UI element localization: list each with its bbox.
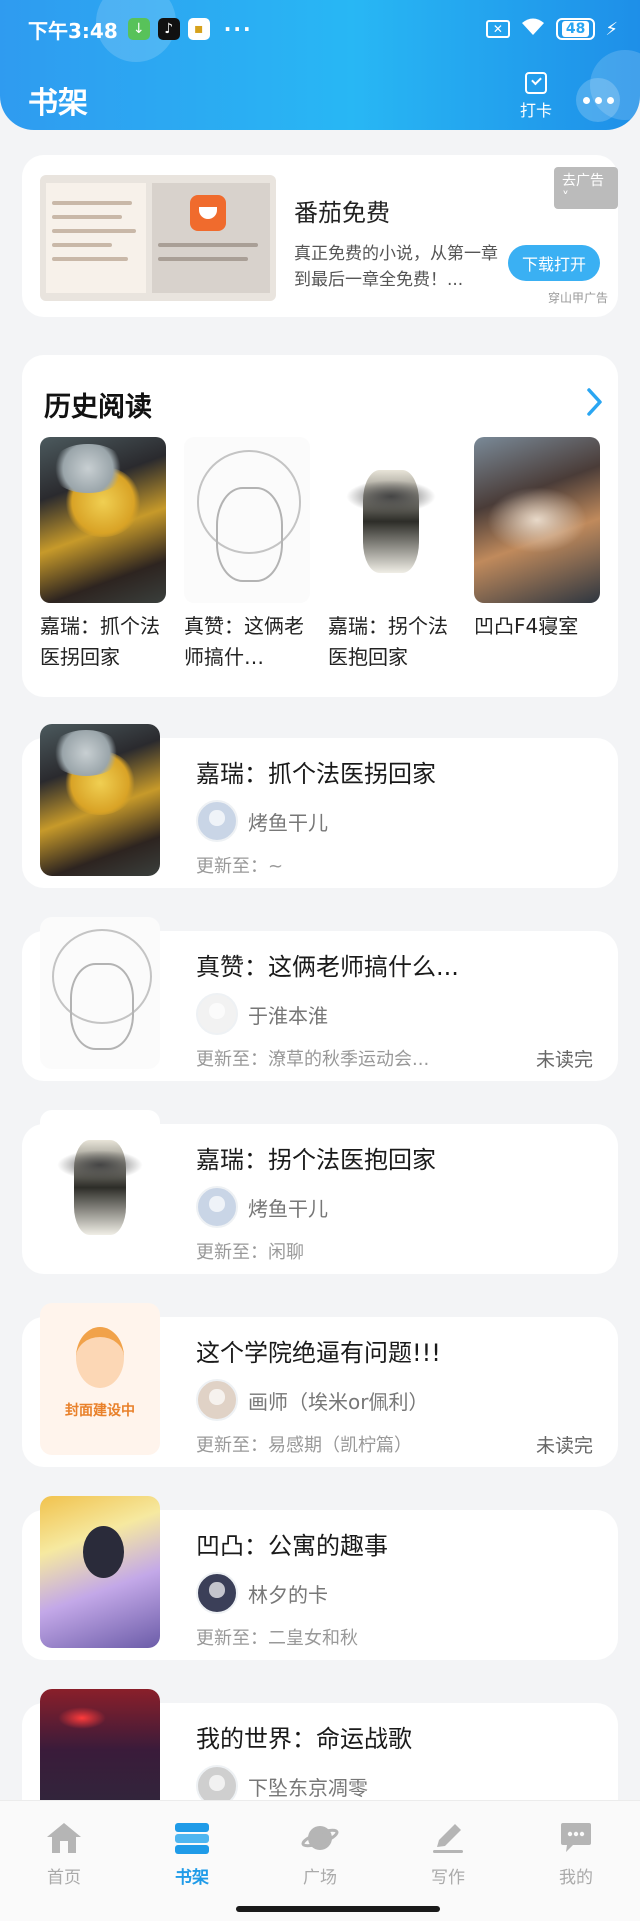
book-cover	[40, 1110, 160, 1262]
home-icon	[45, 1821, 83, 1855]
nav-label: 广场	[303, 1868, 337, 1888]
tomato-logo-icon	[190, 195, 226, 231]
update-info: 更新至：~	[196, 856, 284, 877]
bookshelf-icon	[173, 1821, 211, 1855]
book-cover	[474, 437, 600, 603]
home-indicator[interactable]	[236, 1906, 440, 1912]
history-card: 历史阅读 嘉瑞：抓个法医拐回家 真赞：这俩老师搞什… 嘉瑞：拐个法医抱回家 凹凸…	[22, 355, 618, 697]
read-status: 未读完	[536, 1435, 594, 1457]
book-cover	[40, 437, 166, 603]
book-cover	[40, 724, 160, 876]
nav-label: 书架	[175, 1868, 209, 1888]
bottom-nav: 首页 书架 广场 写作 我的	[0, 1800, 640, 1921]
checkin-button[interactable]: 打卡	[518, 72, 554, 121]
history-title: 历史阅读	[44, 392, 152, 423]
update-info: 更新至：二皇女和秋	[196, 1628, 358, 1649]
ad-card[interactable]: 番茄免费 真正免费的小说，从第一章到最后一章全免费！... 去广告 ˅ 下载打开…	[22, 155, 618, 317]
book-row[interactable]: 嘉瑞：拐个法医抱回家 烤鱼干儿 更新至：闲聊	[22, 1110, 618, 1274]
tiktok-icon: ♪	[157, 18, 180, 40]
app-notification-icon: ▪	[187, 18, 210, 40]
top-header: 下午3:48 ↓ ♪ ▪ ··· ✕ 48 ⚡ 书架 打卡	[0, 0, 640, 130]
sim-off-icon: ✕	[485, 20, 510, 38]
planet-icon	[301, 1821, 339, 1855]
history-item[interactable]: 嘉瑞：拐个法医抱回家	[328, 437, 454, 673]
history-item[interactable]: 真赞：这俩老师搞什…	[184, 437, 310, 673]
avatar	[196, 993, 238, 1035]
nav-label: 写作	[431, 1868, 465, 1888]
book-cover	[40, 917, 160, 1069]
author-name: 画师（埃米or佩利）	[248, 1389, 429, 1414]
avatar	[196, 1186, 238, 1228]
book-row[interactable]: 嘉瑞：抓个法医拐回家 烤鱼干儿 更新至：~	[22, 724, 618, 888]
author-name: 烤鱼干儿	[248, 810, 328, 835]
more-button[interactable]	[576, 78, 620, 122]
book-author: 烤鱼干儿	[196, 800, 328, 842]
book-cover: 封面建设中	[40, 1303, 160, 1455]
book-title: 嘉瑞：抓个法医拐回家	[196, 760, 436, 788]
update-info: 更新至：闲聊	[196, 1242, 304, 1263]
nav-write[interactable]: 写作	[408, 1821, 488, 1888]
download-notification-icon: ↓	[127, 18, 150, 40]
book-row[interactable]: 真赞：这俩老师搞什么... 于淮本淮 更新至：潦草的秋季运动会... 未读完	[22, 917, 618, 1081]
status-bar: 下午3:48 ↓ ♪ ▪ ··· ✕ 48 ⚡	[28, 14, 618, 44]
battery-icon: 48	[555, 18, 596, 40]
book-cover	[40, 1496, 160, 1648]
more-notifications-icon: ···	[223, 17, 253, 41]
nav-label: 首页	[47, 1868, 81, 1888]
charging-icon: ⚡	[605, 18, 618, 40]
checkin-label: 打卡	[519, 101, 552, 120]
ad-source: 穿山甲广告	[548, 291, 609, 305]
nav-mine[interactable]: 我的	[536, 1821, 616, 1888]
avatar	[196, 1572, 238, 1614]
nav-bookshelf[interactable]: 书架	[152, 1821, 232, 1888]
chat-bubble-icon	[557, 1821, 595, 1855]
status-time: 下午3:48	[28, 18, 118, 43]
history-item[interactable]: 凹凸F4寝室	[474, 437, 600, 642]
ad-title: 番茄免费	[294, 199, 390, 227]
book-row[interactable]: 封面建设中 这个学院绝逼有问题!!! 画师（埃米or佩利） 更新至：易感期（凯柠…	[22, 1303, 618, 1467]
avatar	[196, 1379, 238, 1421]
update-info: 更新至：易感期（凯柠篇）	[196, 1435, 412, 1456]
book-title: 真赞：这俩老师搞什么...	[196, 953, 459, 981]
page-title: 书架	[28, 86, 88, 121]
author-name: 下坠东京凋零	[248, 1775, 368, 1800]
book-title: 我的世界：命运战歌	[196, 1725, 412, 1753]
cover-placeholder-text: 封面建设中	[65, 1403, 135, 1420]
history-item-name: 凹凸F4寝室	[474, 614, 579, 638]
calendar-check-icon	[525, 72, 547, 94]
book-author: 于淮本淮	[196, 993, 328, 1035]
write-icon	[429, 1821, 467, 1855]
author-name: 烤鱼干儿	[248, 1196, 328, 1221]
ad-download-button[interactable]: 下载打开	[508, 245, 600, 281]
more-dot-icon	[582, 96, 590, 104]
update-info: 更新至：潦草的秋季运动会...	[196, 1049, 430, 1070]
avatar	[196, 800, 238, 842]
book-author: 林夕的卡	[196, 1572, 328, 1614]
book-title: 嘉瑞：拐个法医抱回家	[196, 1146, 436, 1174]
author-name: 林夕的卡	[248, 1582, 328, 1607]
book-author: 画师（埃米or佩利）	[196, 1379, 428, 1421]
chevron-right-icon[interactable]	[584, 387, 604, 417]
history-item-name: 嘉瑞：抓个法医拐回家	[40, 614, 160, 669]
book-title: 凹凸：公寓的趣事	[196, 1532, 388, 1560]
author-name: 于淮本淮	[248, 1003, 328, 1028]
book-cover	[328, 437, 454, 603]
book-author: 烤鱼干儿	[196, 1186, 328, 1228]
history-item-name: 嘉瑞：拐个法医抱回家	[328, 614, 448, 669]
book-title: 这个学院绝逼有问题!!!	[196, 1339, 441, 1367]
book-row[interactable]: 凹凸：公寓的趣事 林夕的卡 更新至：二皇女和秋	[22, 1496, 618, 1660]
remove-ad-button[interactable]: 去广告 ˅	[554, 167, 618, 209]
history-item[interactable]: 嘉瑞：抓个法医拐回家	[40, 437, 166, 673]
book-cover	[184, 437, 310, 603]
ad-description: 真正免费的小说，从第一章到最后一章全免费！...	[294, 244, 498, 290]
nav-label: 我的	[559, 1868, 593, 1888]
ad-image	[40, 175, 276, 301]
wifi-icon	[520, 17, 546, 42]
nav-home[interactable]: 首页	[24, 1821, 104, 1888]
nav-square[interactable]: 广场	[280, 1821, 360, 1888]
read-status: 未读完	[536, 1049, 594, 1071]
history-item-name: 真赞：这俩老师搞什…	[184, 614, 304, 669]
